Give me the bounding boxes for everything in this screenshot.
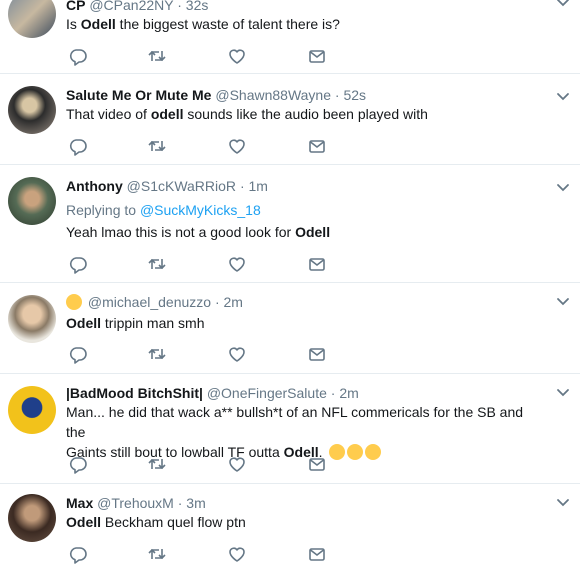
tweet-text: Odell trippin man smh: [66, 315, 205, 331]
reply-icon[interactable]: [68, 136, 88, 156]
reply-icon[interactable]: [68, 544, 88, 564]
tweet-actions: [66, 544, 366, 564]
tweet-actions: [66, 454, 366, 474]
reply-icon[interactable]: [68, 344, 88, 364]
tweet[interactable]: CP @CPan22NY · 32s Is Odell the biggest …: [0, 0, 580, 74]
author-handle[interactable]: @michael_denuzzo: [88, 294, 211, 310]
author-handle[interactable]: @Shawn88Wayne: [215, 87, 331, 103]
reply-icon[interactable]: [68, 454, 88, 474]
chevron-down-icon[interactable]: [556, 0, 570, 8]
retweet-icon[interactable]: [147, 544, 167, 564]
reply-icon[interactable]: [68, 46, 88, 66]
tweet-timestamp[interactable]: · 52s: [335, 87, 366, 103]
tweet-actions: [66, 46, 366, 66]
tweet-header: @michael_denuzzo · 2m: [66, 293, 243, 311]
tweet-timestamp[interactable]: · 2m: [331, 385, 359, 401]
author-name[interactable]: |BadMood BitchShit|: [66, 385, 203, 401]
like-icon[interactable]: [227, 136, 247, 156]
avatar[interactable]: [8, 86, 56, 134]
chevron-down-icon[interactable]: [556, 388, 570, 398]
avatar[interactable]: [8, 386, 56, 434]
author-name[interactable]: CP: [66, 0, 85, 13]
no-mouth-emoji-icon: [66, 294, 82, 310]
tweet-timestamp[interactable]: · 3m: [178, 495, 206, 511]
retweet-icon[interactable]: [147, 136, 167, 156]
retweet-icon[interactable]: [147, 46, 167, 66]
tweet-timestamp[interactable]: · 1m: [240, 178, 268, 194]
tweet[interactable]: @michael_denuzzo · 2m Odell trippin man …: [0, 283, 580, 374]
tweet-text: Is Odell the biggest waste of talent the…: [66, 16, 340, 32]
author-name[interactable]: Max: [66, 495, 93, 511]
direct-message-icon[interactable]: [307, 544, 327, 564]
author-name[interactable]: Salute Me Or Mute Me: [66, 87, 211, 103]
tweet-actions: [66, 254, 366, 274]
retweet-icon[interactable]: [147, 344, 167, 364]
retweet-icon[interactable]: [147, 254, 167, 274]
retweet-icon[interactable]: [147, 454, 167, 474]
tweet-header: Anthony @S1cKWaRRioR · 1m: [66, 177, 268, 195]
tweet-header: CP @CPan22NY · 32s: [66, 0, 208, 14]
avatar[interactable]: [8, 494, 56, 542]
tweet-header: Salute Me Or Mute Me @Shawn88Wayne · 52s: [66, 86, 366, 104]
reply-to-link[interactable]: @SuckMyKicks_18: [140, 202, 261, 218]
tweet[interactable]: Anthony @S1cKWaRRioR · 1m Replying to @S…: [0, 165, 580, 283]
tweet-timestamp[interactable]: · 2m: [215, 294, 243, 310]
like-icon[interactable]: [227, 254, 247, 274]
direct-message-icon[interactable]: [307, 454, 327, 474]
tweet-actions: [66, 136, 366, 156]
chevron-down-icon[interactable]: [556, 183, 570, 193]
avatar[interactable]: [8, 177, 56, 225]
chevron-down-icon[interactable]: [556, 92, 570, 102]
author-handle[interactable]: @OneFingerSalute: [207, 385, 327, 401]
tweet-header: |BadMood BitchShit| @OneFingerSalute · 2…: [66, 384, 359, 402]
tweet[interactable]: |BadMood BitchShit| @OneFingerSalute · 2…: [0, 374, 580, 484]
author-handle[interactable]: @TrehouxM: [97, 495, 174, 511]
chevron-down-icon[interactable]: [556, 297, 570, 307]
reply-icon[interactable]: [68, 254, 88, 274]
direct-message-icon[interactable]: [307, 254, 327, 274]
tweet-text: Man... he did that wack a** bullsh*t of …: [66, 404, 524, 460]
chevron-down-icon[interactable]: [556, 498, 570, 508]
replying-to: Replying to @SuckMyKicks_18: [66, 202, 261, 218]
tweet-timestamp[interactable]: · 32s: [177, 0, 208, 13]
like-icon[interactable]: [227, 46, 247, 66]
tweet[interactable]: Salute Me Or Mute Me @Shawn88Wayne · 52s…: [0, 74, 580, 165]
author-handle[interactable]: @S1cKWaRRioR: [127, 178, 236, 194]
avatar[interactable]: [8, 295, 56, 343]
tweet-header: Max @TrehouxM · 3m: [66, 494, 206, 512]
direct-message-icon[interactable]: [307, 136, 327, 156]
direct-message-icon[interactable]: [307, 344, 327, 364]
like-icon[interactable]: [227, 344, 247, 364]
tweet-text: That video of odell sounds like the audi…: [66, 106, 428, 122]
tweet[interactable]: Max @TrehouxM · 3m Odell Beckham quel fl…: [0, 484, 580, 575]
direct-message-icon[interactable]: [307, 46, 327, 66]
author-handle[interactable]: @CPan22NY: [89, 0, 173, 13]
like-icon[interactable]: [227, 454, 247, 474]
laughing-emoji-icon: [365, 444, 382, 460]
tweet-text: Odell Beckham quel flow ptn: [66, 514, 246, 530]
tweet-actions: [66, 344, 366, 364]
like-icon[interactable]: [227, 544, 247, 564]
tweet-text: Yeah lmao this is not a good look for Od…: [66, 224, 331, 240]
avatar[interactable]: [8, 0, 56, 38]
author-name[interactable]: Anthony: [66, 178, 123, 194]
